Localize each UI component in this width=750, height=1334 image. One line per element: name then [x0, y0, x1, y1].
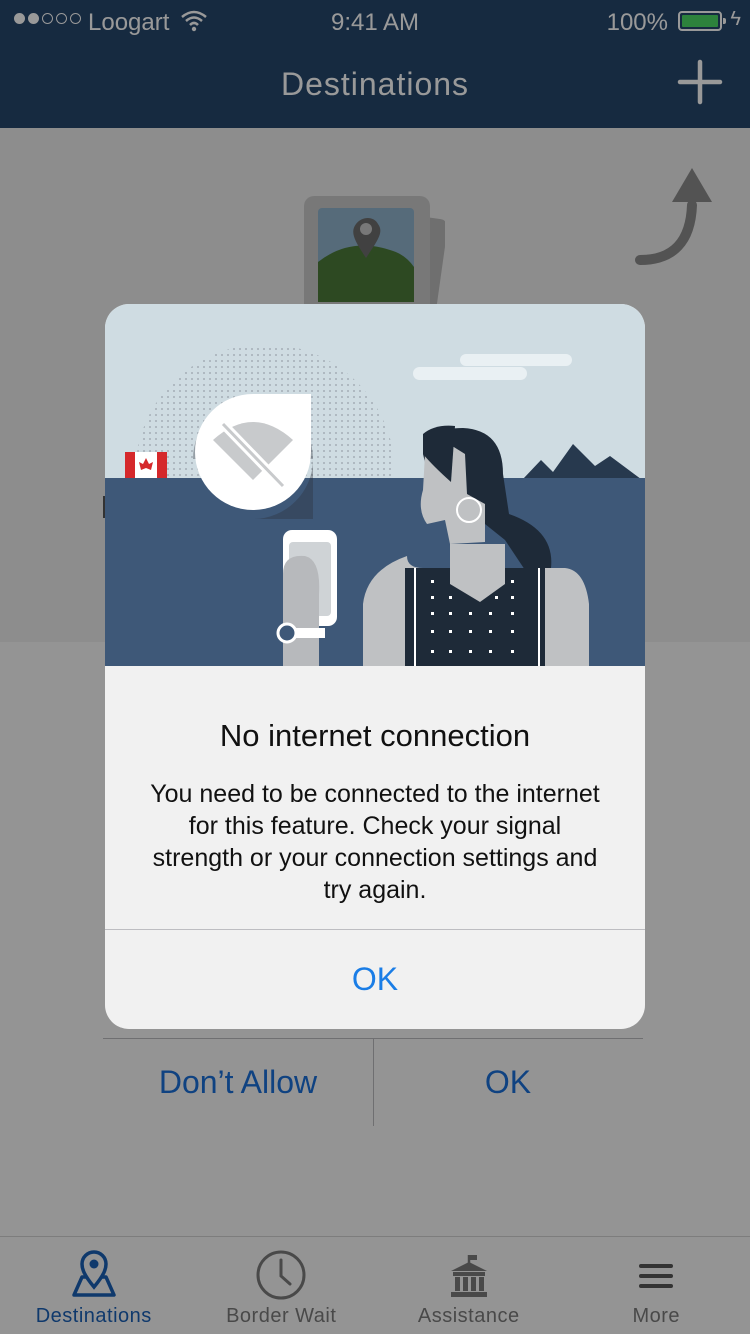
offline-illustration [105, 304, 645, 666]
alert-title: No internet connection [219, 718, 531, 753]
alert-message: You need to be connected to the internet… [150, 780, 600, 904]
no-connection-alert: No internet connection You need to be co… [105, 304, 645, 1029]
alert-ok-button[interactable]: OK [105, 930, 645, 1029]
